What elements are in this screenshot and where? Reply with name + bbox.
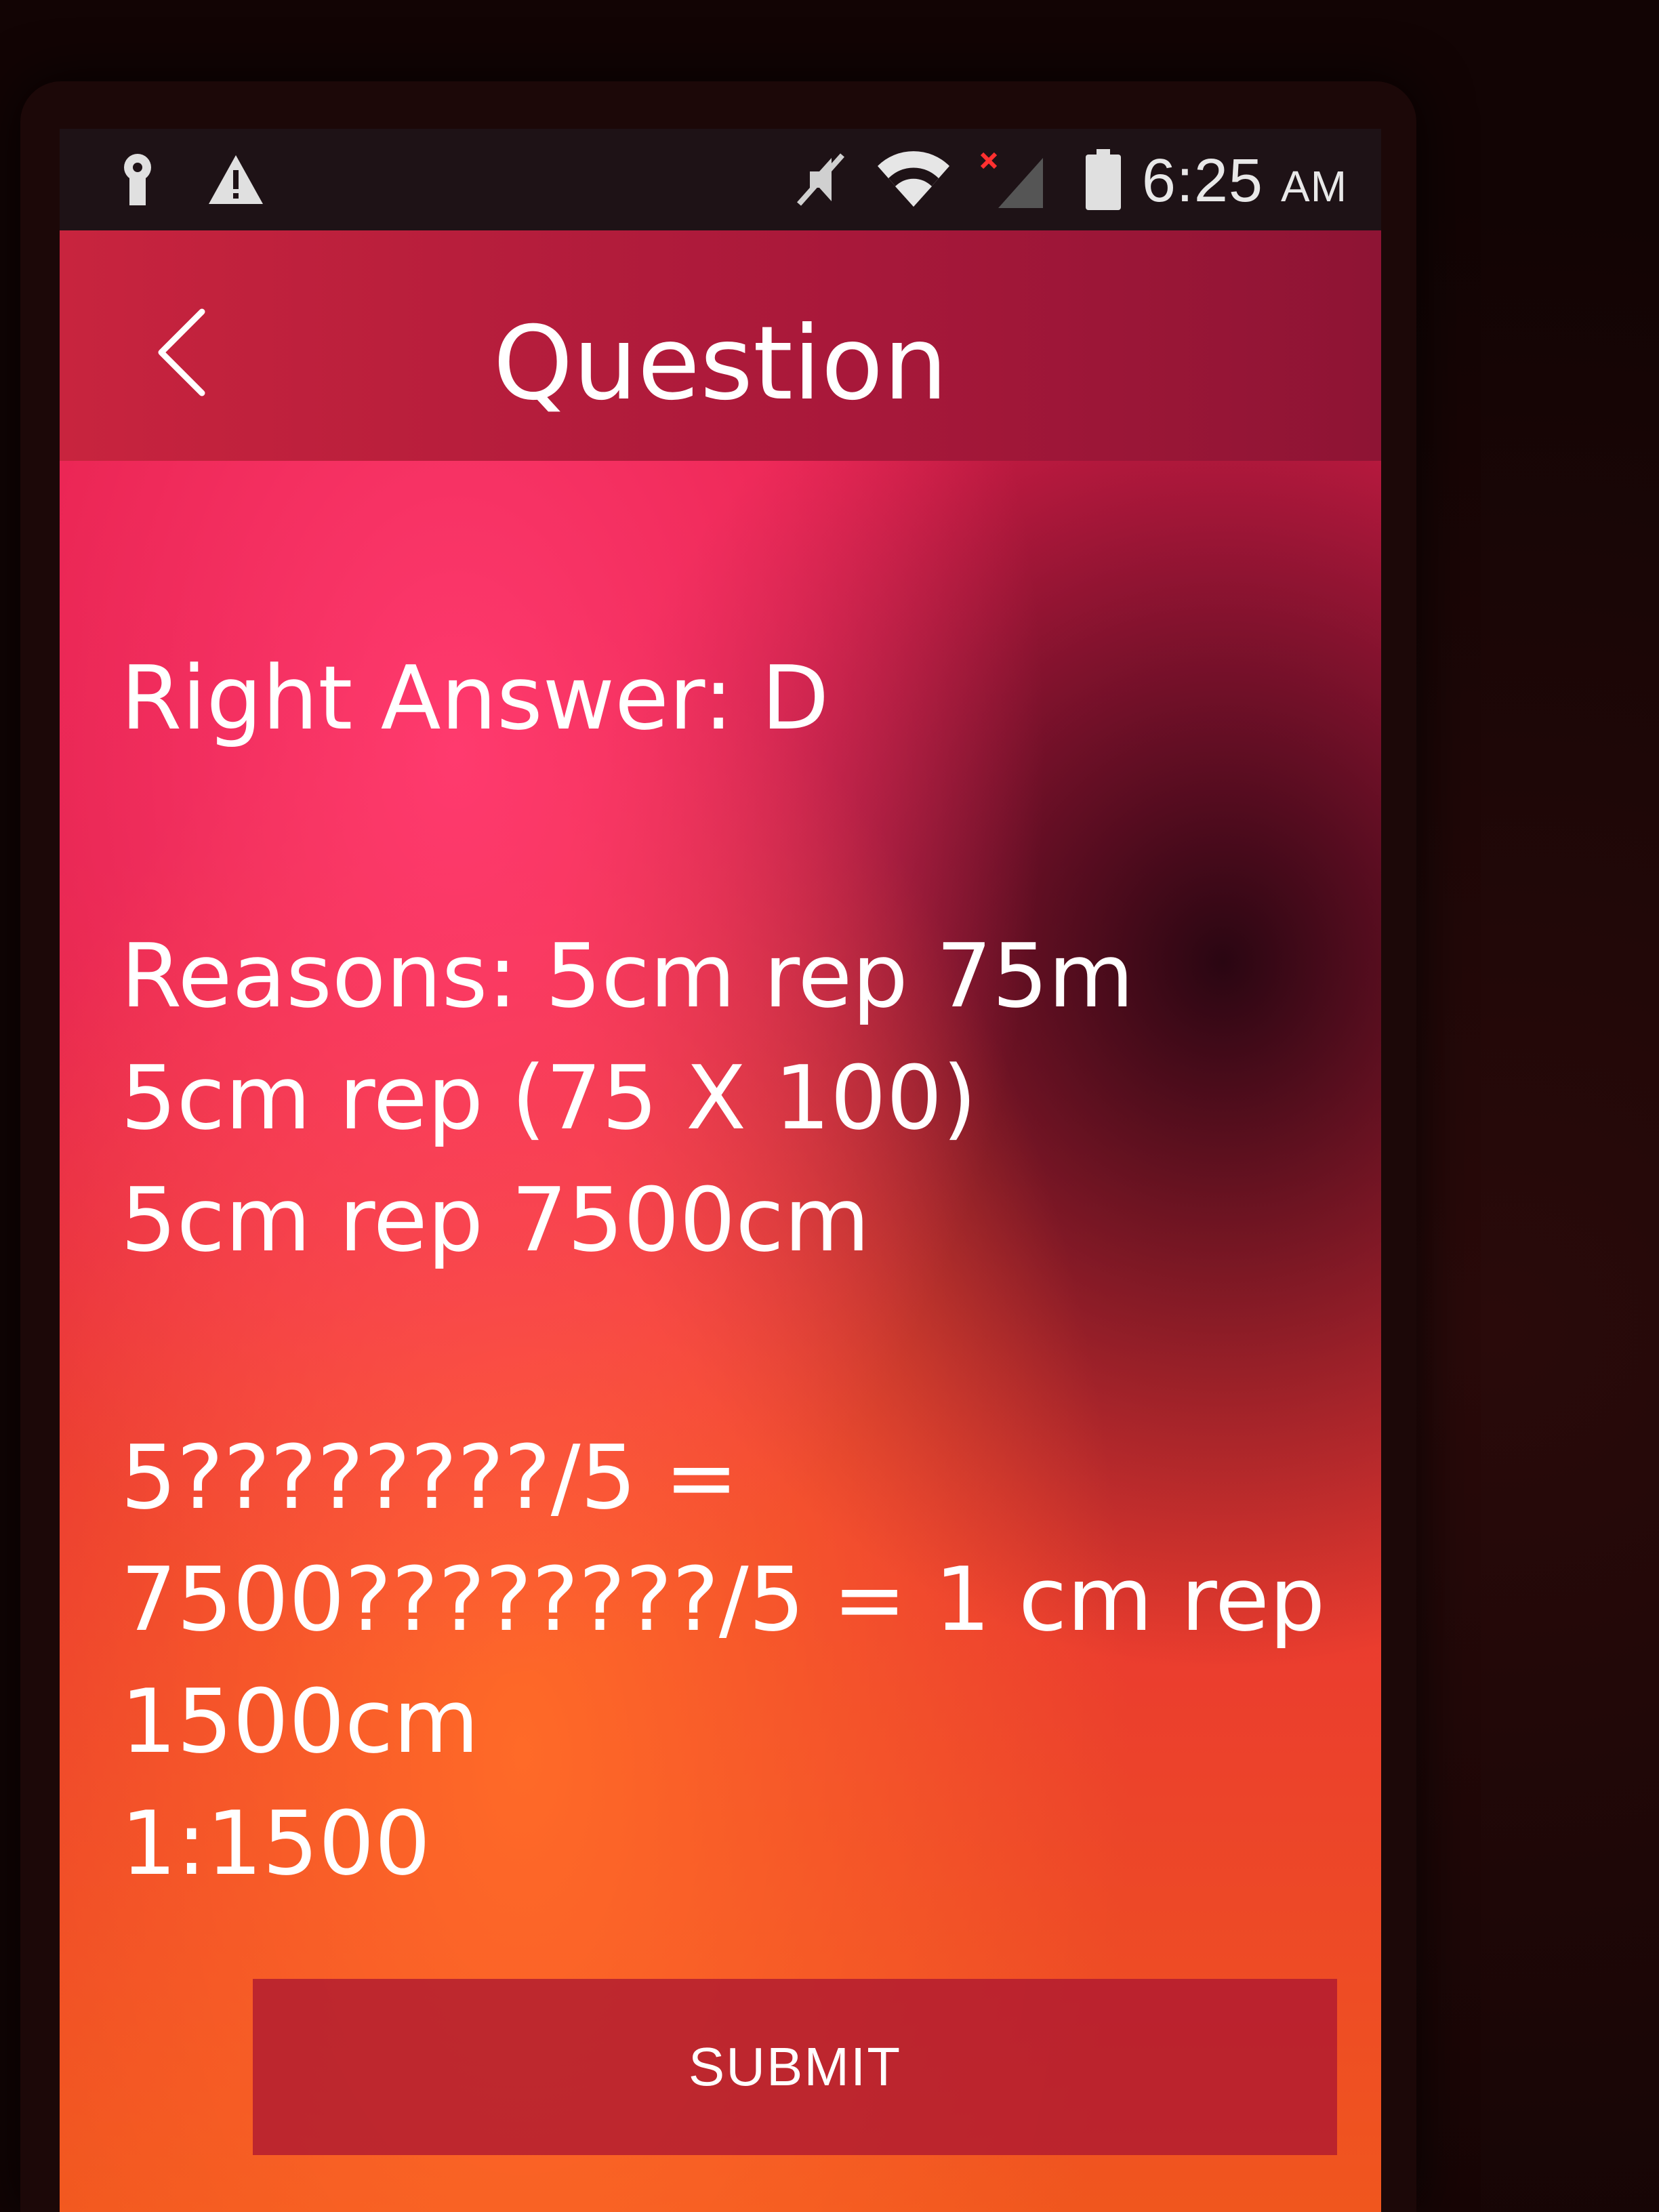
reasons-block: Reasons: 5cm rep 75m 5cm rep (75 X 100) …	[121, 915, 1368, 1904]
reasons-line: 5????????/5 =	[121, 1426, 739, 1529]
battery-icon	[1076, 149, 1130, 210]
status-time-value: 6:25	[1141, 147, 1263, 215]
phone-screen: 6:25 AM Question Right Answer: D Reasons…	[60, 129, 1381, 2212]
page-title: Question	[493, 305, 948, 423]
reasons-line: 7500????????/5 = 1 cm rep	[121, 1548, 1326, 1651]
answer-content: Right Answer: D Reasons: 5cm rep 75m 5cm…	[121, 644, 1368, 1904]
keyhole-icon	[114, 149, 161, 210]
reasons-spacer	[121, 1281, 1368, 1416]
status-time-ampm: AM	[1281, 162, 1347, 211]
status-bar: 6:25 AM	[60, 129, 1381, 230]
right-answer: Right Answer: D	[121, 644, 1368, 752]
no-signal-icon	[975, 149, 1049, 210]
reasons-line: 1:1500	[121, 1792, 431, 1895]
right-answer-label: Right Answer:	[121, 647, 733, 750]
reasons-line: 1500cm	[121, 1670, 479, 1773]
warning-icon	[202, 149, 270, 210]
reasons-line: Reasons: 5cm rep 75m	[121, 924, 1134, 1027]
right-answer-value: D	[761, 647, 830, 750]
wifi-icon	[873, 149, 954, 210]
submit-button[interactable]: SUBMIT	[253, 1979, 1337, 2155]
reasons-line: 5cm rep (75 X 100)	[121, 1046, 977, 1149]
reasons-line: 5cm rep 7500cm	[121, 1168, 870, 1271]
status-time: 6:25 AM	[1142, 146, 1347, 216]
app-bar: Question	[60, 230, 1381, 461]
mute-icon	[792, 149, 853, 210]
